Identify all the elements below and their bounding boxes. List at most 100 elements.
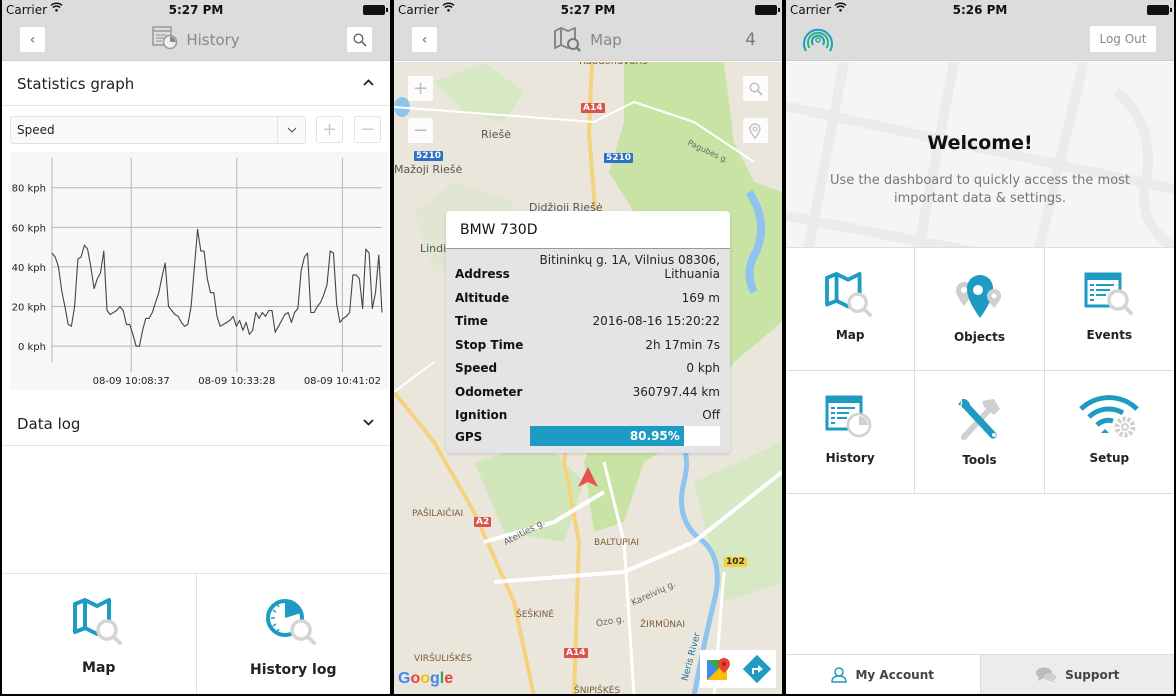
- tile-history[interactable]: History: [786, 371, 916, 494]
- zoom-out-button[interactable]: −: [354, 116, 381, 143]
- minus-icon: −: [412, 120, 429, 141]
- row-key: Time: [455, 314, 488, 328]
- battery-icon: [363, 5, 388, 15]
- plus-icon: +: [321, 119, 338, 140]
- map-label: VIRŠULIŠKĖS: [414, 654, 473, 664]
- search-icon: [748, 81, 763, 96]
- row-value: 360797.44 km: [632, 384, 720, 399]
- battery-icon: [1147, 5, 1172, 15]
- map-search-button[interactable]: [743, 76, 768, 101]
- y-tick-label: 80 kph: [12, 184, 46, 195]
- minus-icon: −: [359, 119, 376, 140]
- popup-row-gps: GPS 80.95%: [446, 426, 730, 453]
- nav-title: History: [2, 25, 390, 55]
- chevron-up-icon: [363, 74, 374, 90]
- tile-label: Tools: [962, 453, 997, 467]
- row-key: GPS: [455, 429, 483, 444]
- history-icon: [152, 26, 178, 54]
- map-zoom-in-button[interactable]: +: [408, 76, 433, 101]
- map-location-button[interactable]: [743, 118, 768, 143]
- tile-label: Events: [1086, 328, 1133, 342]
- metric-select[interactable]: Speed: [10, 116, 306, 144]
- road-badge: A2: [474, 517, 492, 527]
- metric-select-value: Speed: [17, 123, 55, 137]
- popup-title: BMW 730D: [446, 211, 730, 249]
- popup-row-ignition: Ignition Off: [446, 403, 730, 427]
- zoom-in-button[interactable]: +: [316, 116, 343, 143]
- status-bar: Carrier 5:27 PM: [394, 0, 782, 20]
- statistics-graph-header[interactable]: Statistics graph: [2, 62, 390, 106]
- tile-label: Map: [835, 328, 865, 342]
- footer-tabs: My Account Support: [786, 654, 1174, 694]
- events-search-icon: [1084, 272, 1134, 315]
- tile-tools[interactable]: Tools: [915, 371, 1045, 494]
- tile-events[interactable]: Events: [1044, 248, 1174, 371]
- search-icon: [352, 32, 367, 47]
- map-label: Raudondvaris: [579, 62, 648, 67]
- map-search-icon: [72, 598, 122, 645]
- search-button[interactable]: [347, 27, 372, 52]
- speed-series-line: [51, 228, 383, 347]
- road-badge: A14: [564, 648, 588, 658]
- directions-icon[interactable]: [742, 655, 771, 683]
- logout-button[interactable]: Log Out: [1090, 26, 1156, 52]
- nav-bar: Carrier 5:26 PM Log Out: [786, 0, 1174, 61]
- map-zoom-out-button[interactable]: −: [408, 118, 433, 143]
- nav-bar: Carrier 5:27 PM ‹ Map 4: [394, 0, 782, 61]
- row-key: Address: [455, 267, 510, 281]
- data-log-header[interactable]: Data log: [2, 402, 390, 446]
- map-label: PAŠILAIČIAI: [412, 509, 464, 519]
- map-canvas[interactable]: Raudondvaris Riešė Mažoji Riešė Didžioji…: [394, 62, 782, 694]
- map-screen: Raudondvaris Riešė Mažoji Riešė Didžioji…: [394, 0, 782, 694]
- welcome-title: Welcome!: [927, 132, 1033, 154]
- wifi-gear-icon: [1079, 395, 1140, 438]
- history-clock-icon: [825, 395, 872, 438]
- vehicle-info-popup: BMW 730D Address Bitininkų g. 1A, Vilnius…: [446, 211, 730, 453]
- popup-row-time: Time 2016-08-16 15:20:22: [446, 309, 730, 333]
- location-pins-icon: [956, 275, 1002, 318]
- x-tick-label: 08-09 10:08:37: [93, 376, 170, 387]
- section-title: Data log: [17, 414, 81, 433]
- row-value: 2h 17min 7s: [645, 337, 720, 352]
- footer-label: Support: [1065, 667, 1120, 682]
- map-search-icon: [825, 272, 873, 318]
- row-value: Bitininkų g. 1A, Vilnius 08306, Lithuani…: [539, 253, 720, 281]
- battery-icon: [755, 5, 780, 15]
- nav-title-text: History: [186, 31, 240, 49]
- speed-chart: 0 kph 20 kph 40 kph 60 kph 80 kph 08-09 10:08…: [10, 152, 388, 390]
- map-label: Mažoji Riešė: [394, 163, 463, 176]
- google-maps-icon[interactable]: [706, 656, 732, 682]
- popup-row-address: Address Bitininkų g. 1A, Vilnius 08306, L…: [446, 253, 730, 285]
- y-tick-label: 20 kph: [12, 303, 46, 314]
- clock: 5:26 PM: [952, 3, 1008, 17]
- plus-icon: +: [412, 78, 429, 99]
- chevron-down-icon: [277, 117, 305, 143]
- welcome-banner: Welcome! Use the dashboard to quickly ac…: [786, 62, 1174, 248]
- y-tick-label: 0 kph: [18, 342, 46, 353]
- my-account-button[interactable]: My Account: [786, 655, 980, 694]
- status-bar: Carrier 5:26 PM: [786, 0, 1174, 20]
- tools-icon: [958, 398, 1001, 440]
- bottom-tabs: Map History log: [2, 573, 390, 694]
- clock: 5:27 PM: [168, 3, 224, 17]
- popup-row-odometer: Odometer 360797.44 km: [446, 379, 730, 403]
- clock-search-icon: [266, 599, 317, 645]
- nav-title-text: Map: [590, 31, 622, 49]
- clock: 5:27 PM: [560, 3, 616, 17]
- support-button[interactable]: Support: [979, 655, 1174, 694]
- map-label: ŠEŠKINĖ: [516, 610, 555, 620]
- dashboard-grid: Map Objects Events History Tools Setup: [786, 248, 1174, 494]
- gps-progress-fill: 80.95%: [530, 426, 684, 446]
- status-bar: Carrier 5:27 PM: [2, 0, 390, 20]
- tile-setup[interactable]: Setup: [1044, 371, 1174, 494]
- row-value: 2016-08-16 15:20:22: [592, 314, 720, 328]
- tab-label: Map: [82, 660, 116, 676]
- tile-map[interactable]: Map: [786, 248, 916, 371]
- popup-row-altitude: Altitude 169 m: [446, 285, 730, 309]
- tab-history-log[interactable]: History log: [195, 574, 391, 694]
- x-tick-label: 08-09 10:41:02: [304, 376, 381, 387]
- row-value: 0 kph: [686, 361, 720, 375]
- speed-chart-svg: 0 kph 20 kph 40 kph 60 kph 80 kph 08-09 10:08…: [12, 158, 383, 387]
- tab-map[interactable]: Map: [2, 574, 196, 694]
- tile-objects[interactable]: Objects: [915, 248, 1045, 371]
